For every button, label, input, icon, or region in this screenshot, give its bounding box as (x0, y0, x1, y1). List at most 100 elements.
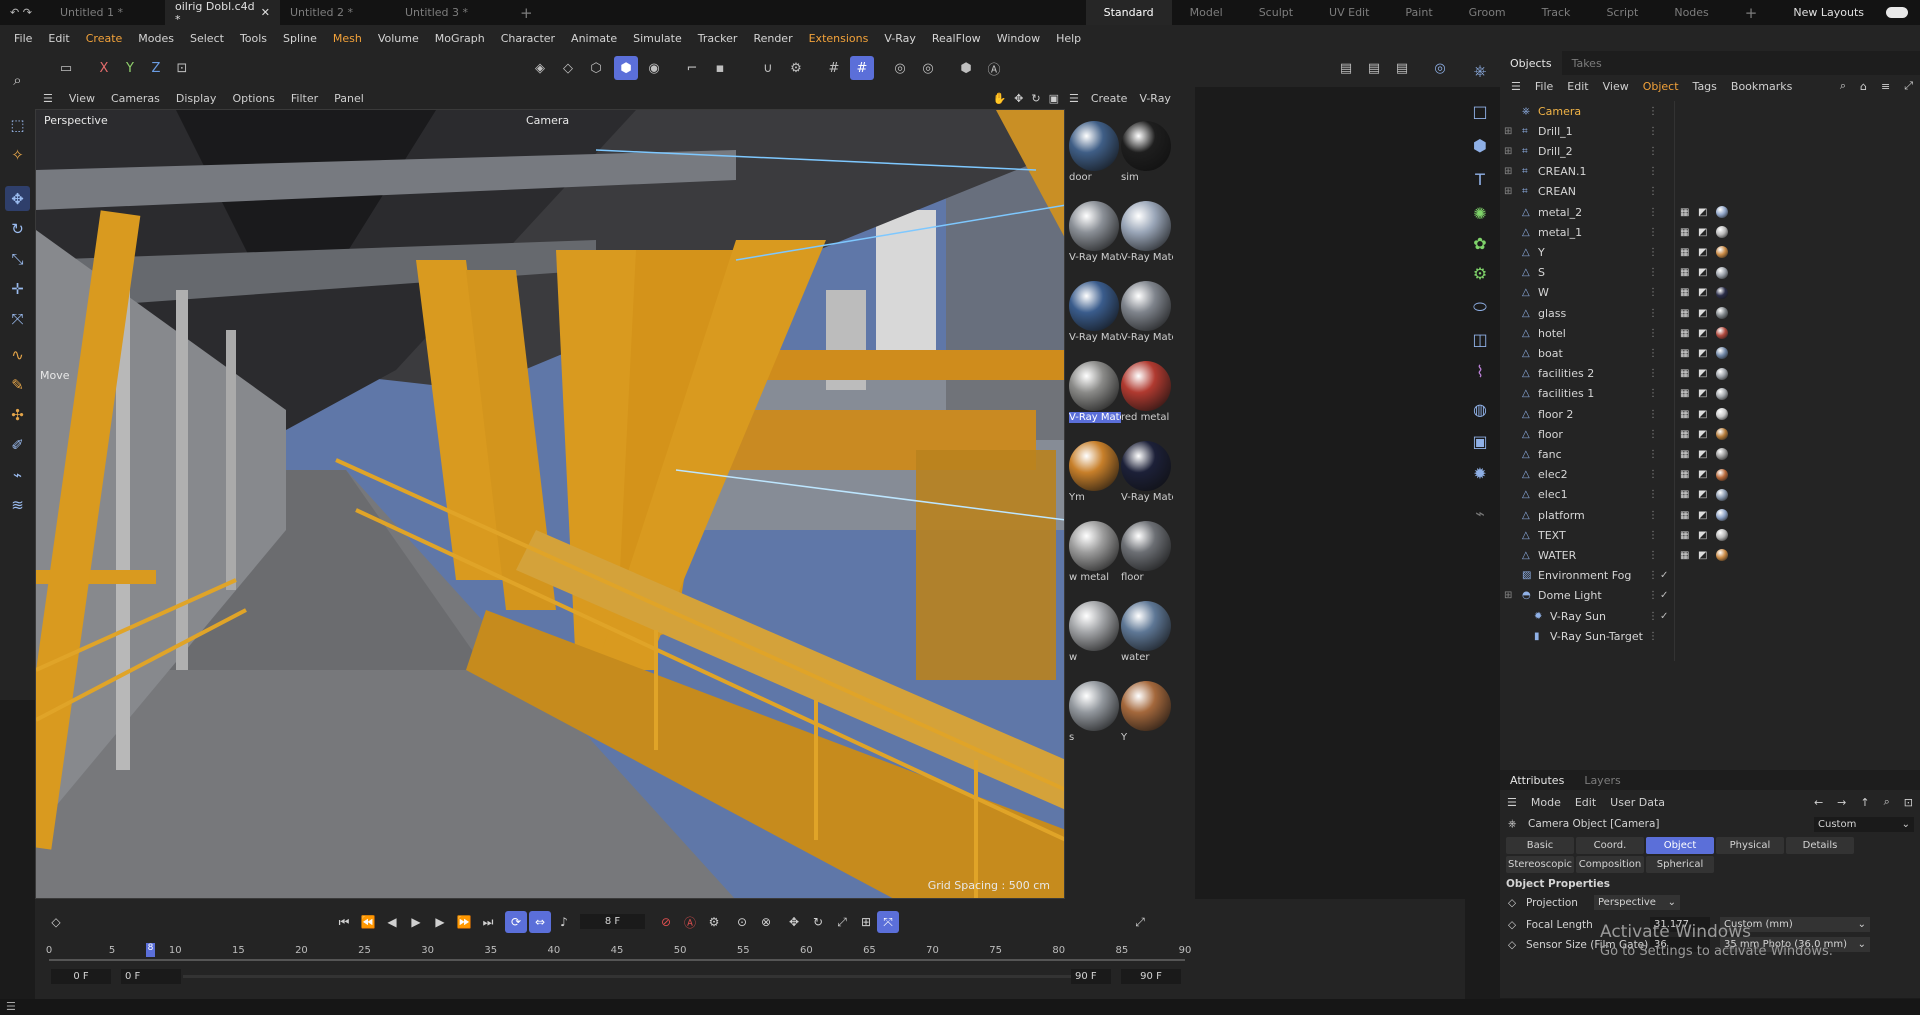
layout-standard[interactable]: Standard (1085, 0, 1172, 25)
coordinate-system-icon[interactable]: ⊡ (170, 56, 194, 80)
material-menu-icon[interactable]: ☰ (1069, 92, 1079, 105)
workplane-icon[interactable]: ⌐ (680, 56, 704, 80)
menu-volume[interactable]: Volume (370, 32, 427, 45)
viewport-menu-panel[interactable]: Panel (326, 92, 372, 105)
phong-tag-icon[interactable]: ▦ (1680, 207, 1691, 218)
param-key-icon[interactable]: ⊞ (855, 911, 877, 933)
phong-tag-icon[interactable]: ▦ (1680, 449, 1691, 460)
visibility-dots-icon[interactable]: ⋮ (1648, 631, 1659, 642)
objects-menu-icon[interactable]: ☰ (1504, 80, 1528, 93)
object-row[interactable]: △ TEXT ⋮ ▦ ◩ (1500, 525, 1920, 545)
object-row[interactable]: △ metal_1 ⋮ ▦ ◩ (1500, 222, 1920, 242)
object-row[interactable]: ▨ Environment Fog ⋮ ✓ (1500, 566, 1920, 586)
play-icon[interactable]: ▶ (405, 911, 427, 933)
end-frame-field[interactable]: 90 F (1121, 969, 1181, 984)
gear-icon[interactable]: ⚙ (1467, 260, 1493, 286)
uvw-tag-icon[interactable]: ◩ (1698, 550, 1709, 561)
text-icon[interactable]: T (1467, 166, 1493, 192)
object-row[interactable]: △ glass ⋮ ▦ ◩ (1500, 303, 1920, 323)
layout-script[interactable]: Script (1588, 0, 1656, 25)
object-row[interactable]: △ elec1 ⋮ ▦ ◩ (1500, 485, 1920, 505)
menu-render[interactable]: Render (745, 32, 800, 45)
material-tag-icon[interactable] (1716, 428, 1728, 441)
phong-tag-icon[interactable]: ▦ (1680, 328, 1691, 339)
enabled-check-icon[interactable]: ✓ (1660, 570, 1671, 581)
model-mode-icon[interactable]: ▭ (54, 56, 78, 80)
move-view-icon[interactable]: ✥ (1010, 92, 1027, 105)
object-name[interactable]: CREAN (1538, 185, 1576, 198)
playhead[interactable]: 8 (145, 943, 155, 957)
timeline-expand-icon[interactable]: ⤢ (1129, 911, 1151, 933)
visibility-dots-icon[interactable]: ⋮ (1648, 530, 1659, 541)
object-name[interactable]: Dome Light (1538, 589, 1602, 602)
object-name[interactable]: TEXT (1538, 529, 1566, 542)
brush-icon[interactable]: ✐ (5, 432, 30, 457)
material-menu-vray[interactable]: V-Ray (1139, 92, 1171, 105)
spline-icon[interactable]: ⌇ (1467, 358, 1493, 384)
object-row[interactable]: △ facilities 1 ⋮ ▦ ◩ (1500, 384, 1920, 404)
uvw-tag-icon[interactable]: ◩ (1698, 308, 1709, 319)
undo-redo[interactable]: ↶ ↷ (0, 0, 50, 25)
object-name[interactable]: Y (1538, 246, 1545, 259)
object-row[interactable]: ⎈ Camera ⋮ (1500, 101, 1920, 121)
material-swatch[interactable]: Ym (1069, 441, 1121, 503)
menu-mesh[interactable]: Mesh (325, 32, 370, 45)
filter-icon[interactable]: ≡ (1874, 80, 1897, 93)
preset-dropdown[interactable]: Custom ⌄ (1814, 817, 1914, 832)
search-icon[interactable]: ⌕ (1877, 795, 1897, 809)
mograph-cloner-icon[interactable]: ✺ (1467, 200, 1493, 226)
tab-takes[interactable]: Takes (1562, 51, 1612, 75)
material-tag-icon[interactable] (1716, 529, 1728, 542)
knife-icon[interactable]: ⌁ (5, 462, 30, 487)
visibility-dots-icon[interactable]: ⋮ (1648, 429, 1659, 440)
object-name[interactable]: W (1538, 286, 1549, 299)
menu-help[interactable]: Help (1048, 32, 1089, 45)
attributes-menu-icon[interactable]: ☰ (1500, 796, 1524, 809)
point-level-icon[interactable]: ⤧ (877, 911, 899, 933)
object-name[interactable]: elec2 (1538, 468, 1568, 481)
y-axis-button[interactable]: Y (118, 56, 142, 80)
object-row[interactable]: △ floor ⋮ ▦ ◩ (1500, 424, 1920, 444)
file-tab-oilrig[interactable]: oilrig Dobl.c4d * ✕ (165, 0, 280, 26)
object-name[interactable]: Drill_1 (1538, 125, 1573, 138)
grid-snap-icon[interactable]: # (822, 56, 846, 80)
phong-tag-icon[interactable]: ▦ (1680, 227, 1691, 238)
phong-tag-icon[interactable]: ▦ (1680, 409, 1691, 420)
render-settings-icon[interactable]: ◎ (916, 56, 940, 80)
visibility-dots-icon[interactable]: ⋮ (1648, 368, 1659, 379)
object-name[interactable]: V-Ray Sun-Target (1550, 630, 1643, 643)
light-bulb-icon[interactable]: ✹ (1467, 460, 1493, 486)
rotate-key-icon[interactable]: ↻ (807, 911, 829, 933)
visibility-dots-icon[interactable]: ⋮ (1648, 247, 1659, 258)
menu-vray[interactable]: V-Ray (876, 32, 924, 45)
material-swatch[interactable]: V-Ray Mate (1121, 201, 1173, 263)
edit-disabled-icon[interactable]: ⌁ (1467, 500, 1493, 526)
uvw-tag-icon[interactable]: ◩ (1698, 207, 1709, 218)
visibility-dots-icon[interactable]: ⋮ (1648, 267, 1659, 278)
forward-arrow-icon[interactable]: → (1830, 796, 1853, 809)
file-tab-untitled-3[interactable]: Untitled 3 * (395, 0, 510, 25)
axis-tool-icon[interactable]: ⤧ (5, 306, 30, 331)
menu-modes[interactable]: Modes (130, 32, 182, 45)
material-tag-icon[interactable] (1716, 468, 1728, 481)
object-name[interactable]: floor (1538, 428, 1563, 441)
layout-track[interactable]: Track (1524, 0, 1589, 25)
uvw-tag-icon[interactable]: ◩ (1698, 449, 1709, 460)
phong-tag-icon[interactable]: ▦ (1680, 247, 1691, 258)
rotate-view-icon[interactable]: ↻ (1027, 92, 1044, 105)
viewport-menu-icon[interactable]: ☰ (35, 92, 61, 105)
menu-tools[interactable]: Tools (232, 32, 275, 45)
object-name[interactable]: floor 2 (1538, 408, 1573, 421)
file-tab-untitled-2[interactable]: Untitled 2 * (280, 0, 395, 25)
material-tag-icon[interactable] (1716, 226, 1728, 239)
object-row[interactable]: ⊞ ⌗ CREAN ⋮ (1500, 182, 1920, 202)
phong-tag-icon[interactable]: ▦ (1680, 530, 1691, 541)
uvw-tag-icon[interactable]: ◩ (1698, 287, 1709, 298)
visibility-dots-icon[interactable]: ⋮ (1648, 510, 1659, 521)
uvw-tag-icon[interactable]: ◩ (1698, 429, 1709, 440)
axis-mode-icon[interactable]: ▪ (708, 56, 732, 80)
attr-tab-details[interactable]: Details (1786, 837, 1854, 854)
scale-key-icon[interactable]: ⤢ (831, 911, 853, 933)
projection-dropdown[interactable]: Perspective ⌄ (1594, 895, 1680, 910)
mograph-effector-icon[interactable]: ✿ (1467, 230, 1493, 256)
